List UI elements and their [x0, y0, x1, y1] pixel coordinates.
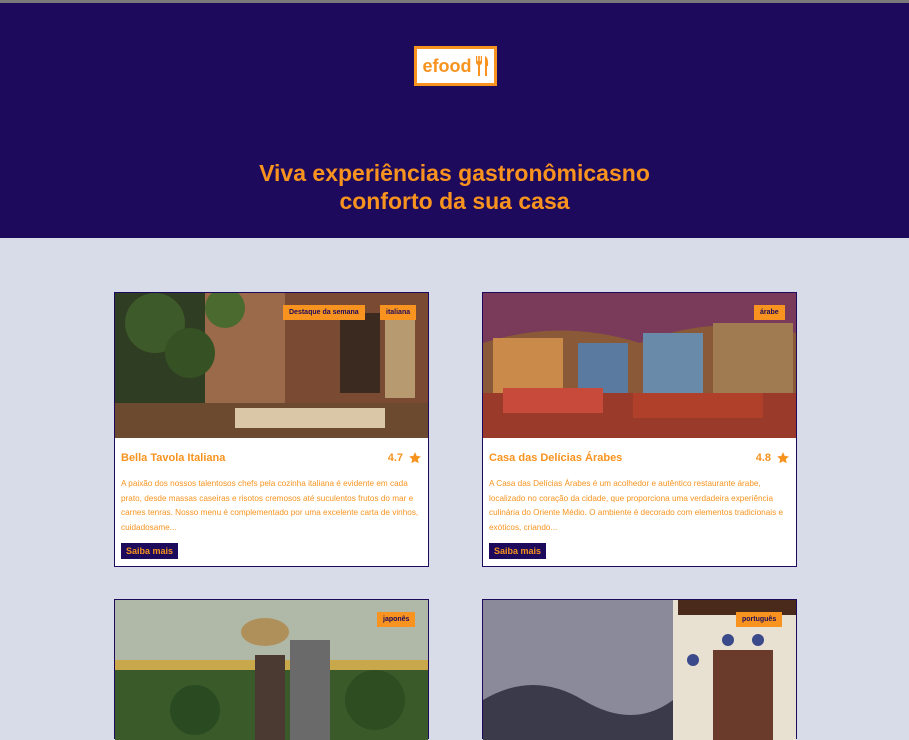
- star-icon: [777, 452, 789, 464]
- restaurant-photo: [483, 293, 796, 438]
- tag-badge: português: [736, 612, 783, 627]
- tag-badge: japonês: [377, 612, 416, 627]
- restaurant-image: Destaque da semana italiana: [115, 293, 428, 438]
- hero-headline: Viva experiências gastronômicasno confor…: [0, 159, 909, 215]
- restaurant-image: árabe: [483, 293, 796, 438]
- restaurant-image: japonês: [115, 600, 428, 740]
- restaurant-name: Casa das Delícias Árabes: [489, 452, 623, 464]
- star-icon: [409, 452, 421, 464]
- saiba-mais-button[interactable]: Saiba mais: [121, 543, 179, 559]
- restaurant-rating: 4.8: [756, 451, 790, 465]
- headline-line-1: Viva experiências gastronômicasno: [259, 160, 650, 186]
- restaurant-card-portugues: português: [482, 599, 797, 740]
- restaurant-name: Bella Tavola Italiana: [121, 452, 226, 464]
- restaurant-card-casa-delicias: árabe Casa das Delícias Árabes 4.8 A Cas…: [482, 292, 797, 567]
- restaurant-card-japones: japonês: [114, 599, 429, 740]
- tag-badge: italiana: [380, 305, 417, 320]
- restaurant-description: A Casa das Delícias Árabes é um acolhedo…: [489, 479, 783, 532]
- hero-banner: efood Viva experiências gastronômicasno …: [0, 3, 909, 238]
- rating-value: 4.7: [387, 452, 403, 464]
- restaurant-card-bella-tavola: Destaque da semana italiana Bella Tavola…: [114, 292, 429, 567]
- tag-badge: Destaque da semana: [283, 305, 365, 320]
- restaurant-rating: 4.7: [388, 451, 422, 465]
- tag-badge: árabe: [754, 305, 785, 320]
- restaurant-image: português: [483, 600, 796, 740]
- restaurant-description: A paixão dos nossos talentosos chefs pel…: [121, 479, 419, 532]
- rating-value: 4.8: [755, 452, 771, 464]
- fork-knife-icon: [475, 56, 488, 76]
- saiba-mais-button[interactable]: Saiba mais: [489, 543, 547, 559]
- logo-text: efood: [422, 55, 472, 76]
- efood-logo[interactable]: efood: [414, 46, 497, 86]
- headline-line-2: conforto da sua casa: [339, 188, 570, 214]
